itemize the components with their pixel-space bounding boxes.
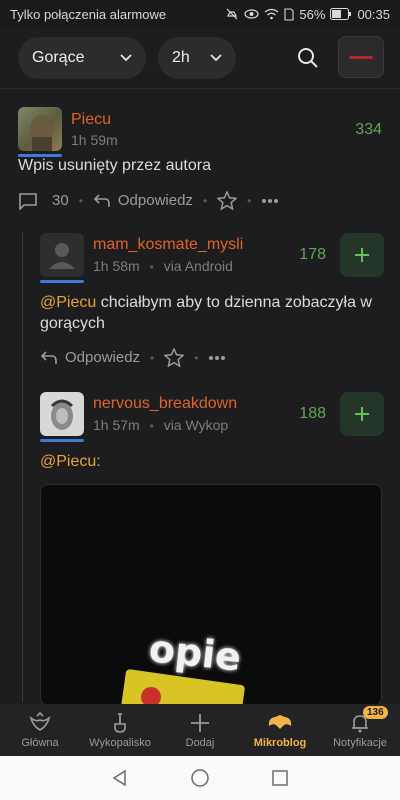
eye-icon <box>244 8 260 20</box>
separator-dot: • <box>194 350 199 365</box>
divider <box>0 88 400 89</box>
home-circle-icon[interactable] <box>190 768 210 788</box>
post: Piecu 1h 59m 334 Wpis usunięty przez aut… <box>18 104 384 210</box>
comment-via: via Android <box>163 258 233 274</box>
home-icon <box>28 711 52 734</box>
comment-score[interactable]: 178 <box>299 246 326 264</box>
reply-button[interactable]: Odpowiedz <box>93 192 193 209</box>
separator-dot: • <box>149 260 154 274</box>
nav-label: Mikroblog <box>253 736 307 749</box>
comment-avatar[interactable] <box>40 233 84 277</box>
nav-item-notifications[interactable]: 136 Notyfikacje <box>320 704 400 756</box>
upvote-button[interactable] <box>340 233 384 277</box>
plus-icon <box>353 405 371 423</box>
period-dropdown[interactable]: 2h <box>158 37 236 79</box>
separator-dot: • <box>149 419 154 433</box>
nav-label: Notyfikacje <box>333 736 387 749</box>
wifi-icon <box>264 8 279 20</box>
user-color-bar <box>40 439 84 442</box>
search-button[interactable] <box>292 42 324 74</box>
separator-dot: • <box>78 193 83 208</box>
comments-count: 30 <box>52 192 69 209</box>
back-icon[interactable] <box>111 769 129 787</box>
comment-button[interactable]: 30 <box>18 192 69 210</box>
comment-score[interactable]: 188 <box>299 405 326 423</box>
comment-username[interactable]: mam_kosmate_mysli <box>93 236 243 254</box>
nav-label: Główna <box>21 736 59 749</box>
thread-line <box>22 232 23 702</box>
comment-username[interactable]: nervous_breakdown <box>93 395 237 413</box>
comment-meta: 1h 57m • via Wykop <box>93 417 237 433</box>
comment-text: @Piecu: <box>40 453 384 471</box>
comment-actions: Odpowiedz • • <box>40 348 384 367</box>
post-score[interactable]: 334 <box>355 121 382 139</box>
reply-icon <box>93 193 111 208</box>
favorite-star-icon[interactable] <box>164 348 185 367</box>
shovel-icon <box>109 712 131 734</box>
mention-link[interactable]: @Piecu <box>40 294 96 311</box>
comment-text: @Piecu chciałbym aby to dzienna zobaczył… <box>40 292 384 334</box>
upvote-button[interactable] <box>340 392 384 436</box>
nav-item-home[interactable]: Główna <box>0 704 80 756</box>
more-options-icon[interactable] <box>208 355 226 361</box>
post-time: 1h 59m <box>71 131 118 148</box>
reply-label: Odpowiedz <box>65 349 141 366</box>
chevron-down-icon <box>120 54 132 62</box>
comment-meta: 1h 58m • via Android <box>93 258 243 274</box>
comment: nervous_breakdown 1h 57m • via Wykop 188… <box>40 391 384 471</box>
clock: 00:35 <box>357 6 390 22</box>
sim-icon <box>284 7 294 21</box>
battery-percent: 56% <box>299 6 326 22</box>
user-avatar-button[interactable] <box>338 36 384 78</box>
post-avatar[interactable] <box>18 107 62 151</box>
comment-time: 1h 58m <box>93 258 140 274</box>
sort-dropdown[interactable]: Gorące <box>18 37 146 79</box>
nav-item-microblog[interactable]: Mikroblog <box>240 704 320 756</box>
comment-time: 1h 57m <box>93 417 140 433</box>
croissant-icon <box>266 712 294 734</box>
nav-label: Dodaj <box>185 736 215 749</box>
comment: mam_kosmate_mysli 1h 58m • via Android 1… <box>40 232 384 367</box>
post-username[interactable]: Piecu <box>71 111 118 129</box>
separator-dot: • <box>247 193 252 208</box>
status-bar: Tylko połączenia alarmowe 56% 00:35 <box>0 0 400 28</box>
separator-dot: • <box>202 193 208 208</box>
bottom-navigation: Główna Wykopalisko Dodaj Mikroblog 136 N… <box>0 704 400 756</box>
nav-label: Wykopalisko <box>89 736 151 749</box>
post-actions: 30 • Odpowiedz • • <box>18 191 384 210</box>
more-options-icon[interactable] <box>261 198 279 204</box>
favorite-star-icon[interactable] <box>217 191 238 210</box>
carrier-text: Tylko połączenia alarmowe <box>10 6 167 22</box>
post-text: Wpis usunięty przez autora <box>18 157 211 174</box>
chevron-down-icon <box>210 54 222 62</box>
separator-dot: • <box>150 350 155 365</box>
nav-item-discover[interactable]: Wykopalisko <box>80 704 160 756</box>
reply-icon <box>40 350 58 365</box>
sort-dropdown-label: Gorące <box>32 49 85 66</box>
avatar <box>349 55 373 59</box>
filter-bar: Gorące 2h <box>0 30 400 86</box>
notification-badge: 136 <box>363 706 388 719</box>
comment-via: via Wykop <box>163 417 229 433</box>
mute-icon <box>225 7 239 21</box>
period-dropdown-label: 2h <box>172 49 190 66</box>
user-color-bar <box>18 154 62 157</box>
battery-icon <box>330 8 352 20</box>
comment-avatar[interactable] <box>40 392 84 436</box>
search-icon <box>297 47 319 69</box>
plus-icon <box>353 246 371 264</box>
system-navigation-bar <box>0 756 400 800</box>
plus-icon <box>189 712 211 734</box>
reply-label: Odpowiedz <box>117 192 193 209</box>
nav-item-add[interactable]: Dodaj <box>160 704 240 756</box>
image-caption: opie <box>146 626 244 680</box>
reply-button[interactable]: Odpowiedz <box>40 349 140 366</box>
comment-icon <box>18 192 38 210</box>
embedded-image[interactable]: opie <box>40 484 382 706</box>
mention-link[interactable]: @Piecu: <box>40 453 101 470</box>
user-color-bar <box>40 280 84 283</box>
recents-icon[interactable] <box>271 769 289 787</box>
